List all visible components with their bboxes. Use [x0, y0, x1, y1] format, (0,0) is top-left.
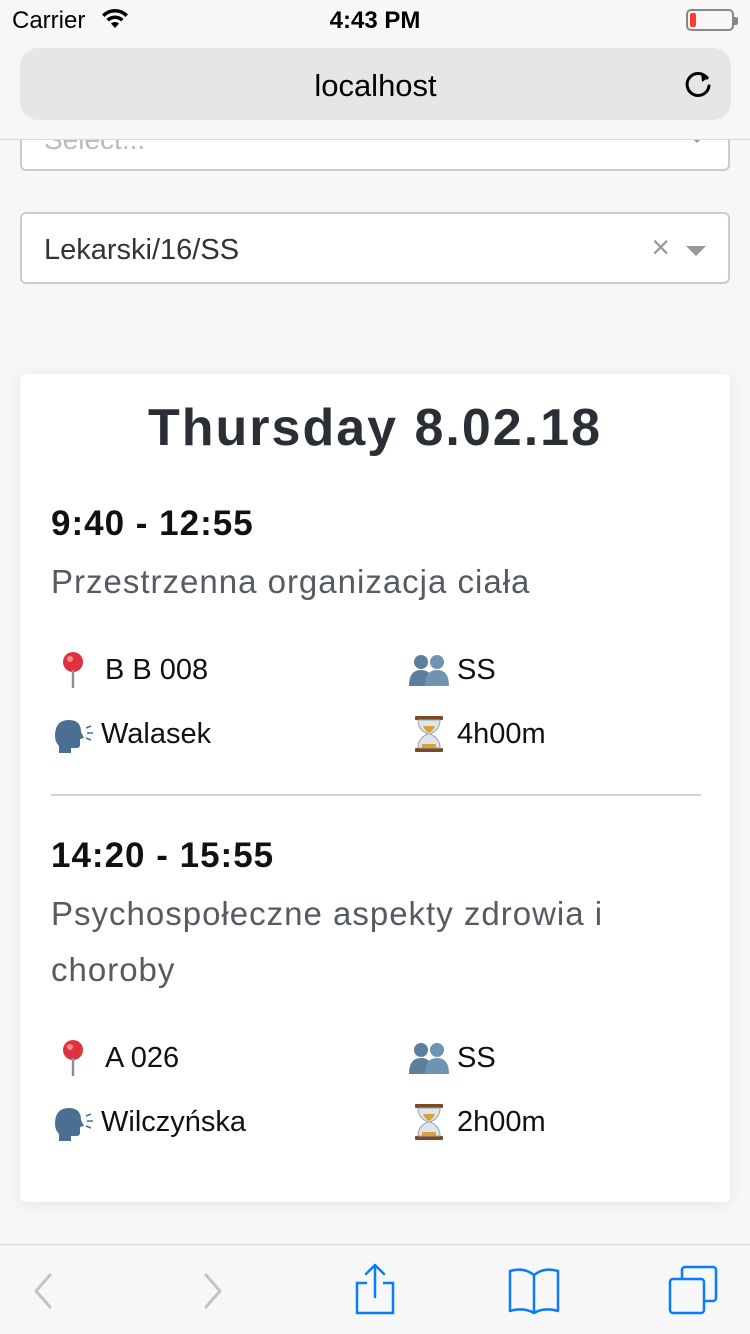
chevron-down-icon[interactable]	[686, 246, 706, 256]
event-time: 9:40 - 12:55	[51, 504, 254, 543]
hourglass-icon	[415, 1104, 443, 1140]
event-room: B B 008	[55, 650, 208, 690]
day-card: Thursday 8.02.18 9:40 - 12:55 Przestrzen…	[20, 374, 730, 1202]
event-divider	[51, 794, 701, 796]
event-room: A 026	[55, 1038, 179, 1078]
pushpin-icon	[63, 1040, 83, 1076]
event-duration: 2h00m	[407, 1102, 546, 1142]
group-select[interactable]: Lekarski/16/SS ×	[20, 212, 730, 284]
browser-nav-bar: localhost	[0, 40, 750, 140]
url-text: localhost	[314, 68, 437, 103]
duration-label: 2h00m	[457, 1105, 546, 1138]
event-time: 14:20 - 15:55	[51, 836, 275, 875]
back-icon[interactable]	[14, 1263, 74, 1319]
pushpin-icon	[63, 652, 83, 688]
event-item: 14:20 - 15:55 Psychospołeczne aspekty zd…	[51, 836, 701, 1166]
duration-label: 4h00m	[457, 717, 546, 750]
status-bar: Carrier 4:43 PM	[0, 0, 750, 40]
clock: 4:43 PM	[329, 7, 421, 34]
people-icon	[409, 1043, 449, 1074]
event-title: Przestrzenna organizacja ciała	[51, 563, 531, 600]
group-label: SS	[457, 653, 496, 686]
share-icon[interactable]	[345, 1263, 405, 1319]
teacher-label: Wilczyńska	[101, 1105, 247, 1138]
event-group: SS	[407, 1038, 496, 1078]
address-bar[interactable]: localhost	[20, 48, 731, 120]
event-teacher: Wilczyńska	[51, 1102, 246, 1142]
reload-icon[interactable]	[681, 68, 715, 102]
speaking-head-icon	[55, 720, 93, 753]
battery-icon	[686, 9, 738, 31]
day-title: Thursday 8.02.18	[148, 399, 602, 457]
hourglass-icon	[415, 716, 443, 752]
speaking-head-icon	[55, 1108, 93, 1141]
people-icon	[409, 655, 449, 686]
tabs-icon[interactable]	[664, 1263, 724, 1319]
teacher-label: Walasek	[101, 717, 212, 750]
event-group: SS	[407, 650, 496, 690]
forward-icon[interactable]	[182, 1263, 242, 1319]
event-item: 9:40 - 12:55 Przestrzenna organizacja ci…	[51, 504, 701, 778]
room-label: B B 008	[105, 653, 209, 686]
group-select-value: Lekarski/16/SS	[44, 234, 240, 266]
event-duration: 4h00m	[407, 714, 546, 754]
group-label: SS	[457, 1041, 496, 1074]
room-label: A 026	[105, 1041, 180, 1074]
clear-icon[interactable]: ×	[651, 231, 670, 263]
bookmarks-icon[interactable]	[504, 1263, 564, 1319]
event-teacher: Walasek	[51, 714, 211, 754]
browser-toolbar	[0, 1244, 750, 1334]
event-title: Psychospołeczne aspekty zdrowia i chorob…	[51, 895, 604, 988]
